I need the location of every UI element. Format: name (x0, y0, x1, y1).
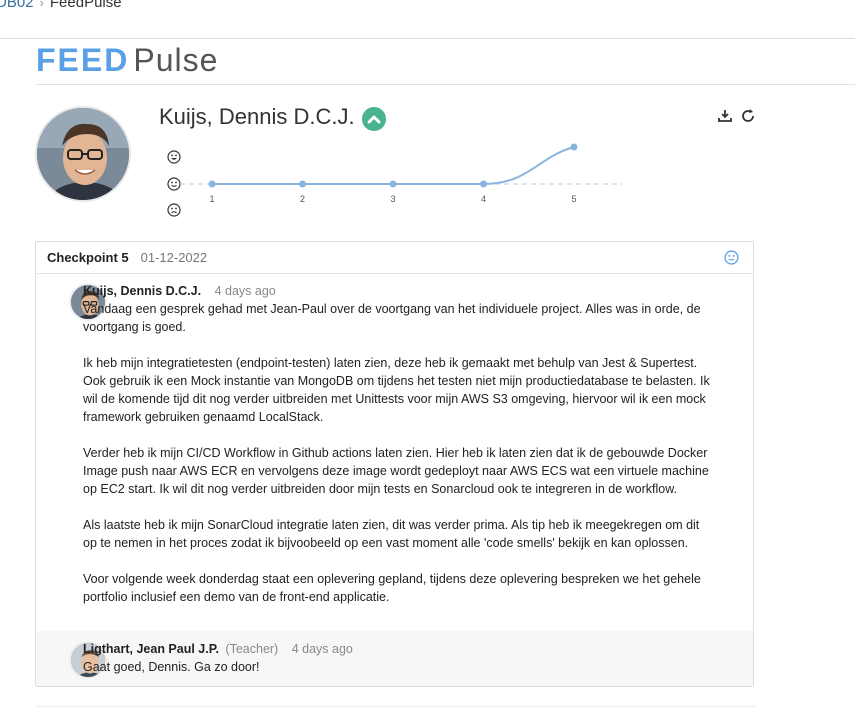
comment-paragraph: Als laatste heb ik mijn SonarCloud integ… (83, 518, 700, 550)
breadcrumb-current: FeedPulse (49, 0, 122, 11)
comment: Kuijs, Dennis D.C.J. 4 days ago Vandaag … (83, 282, 713, 624)
chart-x-tick-label: 2 (300, 194, 305, 204)
chart-x-tick-label: 3 (390, 194, 395, 204)
chart-point[interactable] (299, 180, 306, 188)
chart-series-line (212, 146, 575, 185)
progress-chart: 1 2 3 4 5 (180, 143, 622, 204)
comment-time: 4 days ago (291, 642, 353, 656)
top-divider (0, 38, 855, 39)
bottom-divider (36, 706, 756, 707)
chart-point[interactable] (570, 143, 578, 151)
logo-feed: FEED (36, 42, 130, 78)
student-name: Kuijs, Dennis D.C.J. (159, 104, 355, 129)
neutral-face-icon (724, 250, 739, 265)
app-logo[interactable]: FEED Pulse (36, 42, 218, 79)
checkpoint-title: Checkpoint 5 (47, 250, 129, 265)
comment-author: Kuijs, Dennis D.C.J. (83, 284, 202, 298)
logo-pulse: Pulse (133, 42, 219, 78)
checkpoint-date: 01-12-2022 (140, 250, 208, 265)
comment-role: (Teacher) (225, 642, 279, 656)
breadcrumb: DB02 › FeedPulse (0, 0, 122, 11)
comment-paragraph: Ik heb mijn integratietesten (endpoint-t… (83, 356, 710, 424)
happy-face-icon (167, 150, 181, 164)
chevron-up-icon (362, 107, 386, 131)
chart-point[interactable] (480, 180, 487, 188)
comment-paragraph: Vandaag een gesprek gehad met Jean-Paul … (83, 302, 701, 334)
refresh-icon[interactable] (740, 108, 756, 124)
chart-point[interactable] (208, 180, 216, 188)
chart-x-tick-label: 1 (209, 194, 214, 204)
breadcrumb-separator: › (39, 0, 44, 10)
comment-paragraph: Gaat goed, Dennis. Ga zo door! (83, 660, 260, 674)
comment-author: Ligthart, Jean Paul J.P. (83, 642, 219, 656)
comment-time: 4 days ago (214, 284, 276, 298)
comment-paragraph: Verder heb ik mijn CI/CD Workflow in Git… (83, 446, 709, 496)
checkpoint-header[interactable]: Checkpoint 5 01-12-2022 (36, 242, 753, 274)
logo-divider (36, 84, 855, 85)
breadcrumb-parent[interactable]: DB02 (0, 0, 34, 11)
neutral-face-icon (167, 177, 181, 191)
chart-x-tick-label: 5 (571, 194, 576, 204)
chart-x-tick-label: 4 (481, 194, 486, 204)
comment-paragraph: Voor volgende week donderdag staat een o… (83, 572, 701, 604)
sad-face-icon (167, 203, 181, 217)
chart-point[interactable] (389, 180, 397, 188)
download-icon[interactable] (717, 108, 733, 124)
student-avatar (35, 106, 131, 202)
comment: Ligthart, Jean Paul J.P. (Teacher) 4 day… (83, 640, 713, 694)
